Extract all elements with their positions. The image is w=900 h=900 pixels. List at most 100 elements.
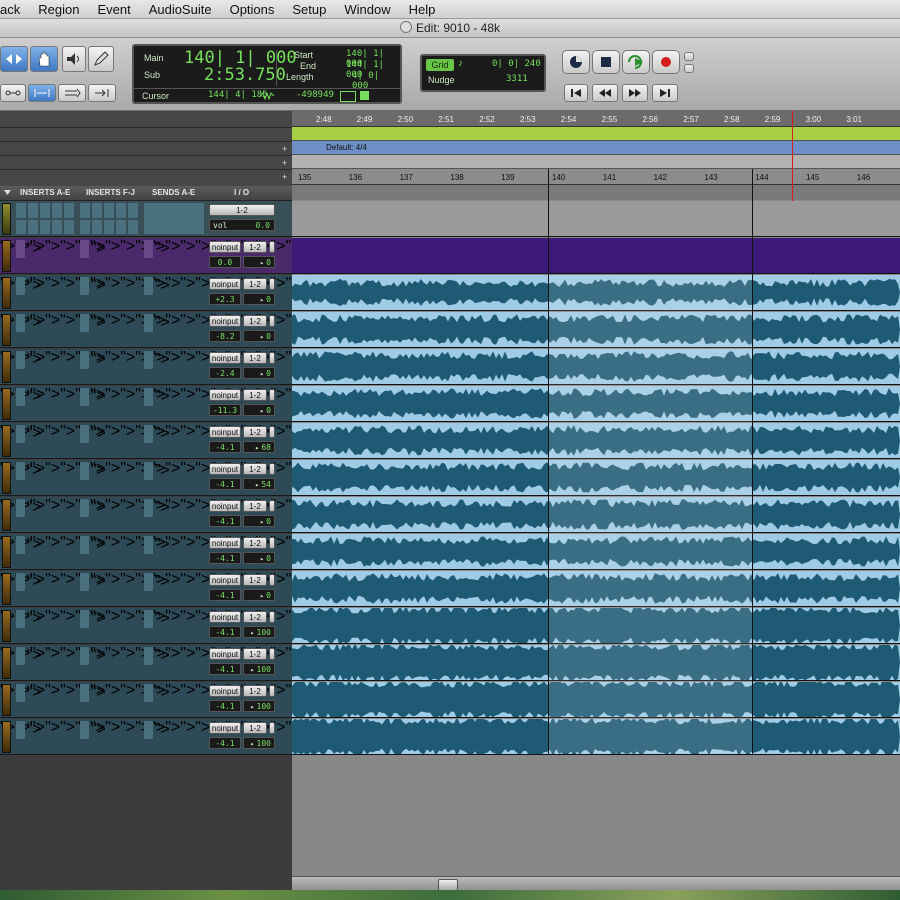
audio-region[interactable]	[292, 679, 900, 720]
volume-value[interactable]: -4.1	[209, 478, 241, 490]
rewind-button[interactable]	[592, 84, 618, 102]
inserts-fj-slots[interactable]: ">	[80, 536, 138, 567]
output-selector[interactable]: 1-2	[243, 241, 267, 253]
sends-ae-slots[interactable]: ">	[144, 536, 202, 567]
record-button[interactable]	[652, 50, 680, 74]
inserts-ae-slots[interactable]: ">	[16, 610, 74, 641]
audio-region[interactable]	[292, 571, 900, 607]
marker-ruler[interactable]	[292, 127, 900, 141]
shuffle-mode-button[interactable]	[0, 84, 26, 102]
track-row[interactable]: ">">">">">">">">">">">">">">">">">">">">…	[0, 349, 361, 385]
pan-value[interactable]: ▸ 54	[243, 478, 275, 490]
track-row[interactable]: ">">">">">">">">">">">">">">">">">">">">…	[0, 275, 361, 311]
sends-ae-slots[interactable]: ">	[144, 610, 202, 641]
input-selector[interactable]: noinput	[209, 278, 241, 290]
output-selector[interactable]: 1-2	[243, 389, 267, 401]
spot-mode-button[interactable]	[88, 84, 116, 102]
inserts-ae-slots[interactable]: ">	[16, 721, 74, 752]
output-selector[interactable]: 1-2	[243, 352, 267, 364]
inserts-ae-slots[interactable]: ">	[16, 462, 74, 493]
volume-value[interactable]: -4.1	[209, 589, 241, 601]
output-selector[interactable]: 1-2	[243, 426, 267, 438]
output-menu-arrow[interactable]	[269, 648, 275, 660]
inserts-fj-slots[interactable]: ">	[80, 684, 138, 715]
return-to-zero-button[interactable]	[564, 84, 588, 102]
output-selector[interactable]: 1-2	[243, 722, 267, 734]
volume-value[interactable]: -4.1	[209, 515, 241, 527]
track-row[interactable]: ">">">">">">">">">">">">">">">">">">">">…	[0, 534, 361, 570]
menu-options[interactable]: Options	[221, 2, 284, 17]
output-menu-arrow[interactable]	[269, 537, 275, 549]
track-row[interactable]: ">">">">">">">">">">">">">">">">">">">">…	[0, 719, 361, 755]
volume-value[interactable]: -4.1	[209, 663, 241, 675]
playhead[interactable]	[792, 111, 793, 201]
stop-button[interactable]	[592, 50, 620, 74]
inserts-fj-slots[interactable]: ">	[80, 425, 138, 456]
output-menu-arrow[interactable]	[269, 389, 275, 401]
inserts-ae-slots[interactable]: ">	[16, 277, 74, 308]
inserts-fj-slots[interactable]: ">	[80, 721, 138, 752]
transport-expand-top[interactable]	[684, 52, 694, 61]
inserts-ae-slots[interactable]	[16, 203, 74, 234]
sends-ae-slots[interactable]: ">	[144, 314, 202, 345]
track-row[interactable]: ">">">">">">">">">">">">">">">">">">">">…	[0, 645, 361, 681]
audio-region[interactable]	[292, 386, 900, 422]
track-row[interactable]: ">">">">">">">">">">">">">">">">">">">">…	[0, 423, 361, 459]
sends-ae-slots[interactable]: ">	[144, 499, 202, 530]
main-counter[interactable]: Main 140| 1| 000 Sub 2:53.750 Start 140|…	[132, 44, 402, 104]
inserts-fj-slots[interactable]: ">	[80, 647, 138, 678]
sends-ae-slots[interactable]: ">	[144, 721, 202, 752]
output-selector[interactable]: 1-2	[243, 315, 267, 327]
nudge-value[interactable]: 3311	[506, 74, 528, 84]
add-marker-icon[interactable]: +	[282, 158, 287, 168]
pan-value[interactable]: ▸ 0	[243, 552, 275, 564]
output-selector[interactable]: 1-2	[209, 204, 275, 216]
pan-value[interactable]: ▸ 0	[243, 330, 275, 342]
input-selector[interactable]: noinput	[209, 389, 241, 401]
sends-slots[interactable]	[144, 203, 204, 234]
sends-ae-slots[interactable]: ">	[144, 647, 202, 678]
pan-value[interactable]: ▸ 0	[243, 404, 275, 416]
output-menu-arrow[interactable]	[269, 574, 275, 586]
inserts-fj-slots[interactable]: ">	[80, 462, 138, 493]
audio-region[interactable]	[292, 497, 900, 533]
grid-value[interactable]: 0| 0| 240	[492, 59, 541, 69]
audio-region[interactable]	[292, 275, 900, 311]
output-selector[interactable]: 1-2	[243, 463, 267, 475]
sends-ae-slots[interactable]: ">	[144, 684, 202, 715]
pan-value[interactable]: ▸ 0	[243, 589, 275, 601]
column-menu-icon[interactable]	[4, 190, 11, 195]
track-row[interactable]: ">">">">">">">">">">">">">">">">">">">">…	[0, 682, 361, 718]
audio-region[interactable]	[292, 312, 900, 348]
volume-value[interactable]: -8.2	[209, 330, 241, 342]
menu-window[interactable]: Window	[335, 2, 399, 17]
volume-value[interactable]: -4.1	[209, 441, 241, 453]
track-row[interactable]: ">">">">">">">">">">">">">">">">">">">">…	[0, 460, 361, 496]
output-selector[interactable]: 1-2	[243, 685, 267, 697]
inserts-fj-slots[interactable]: ">	[80, 314, 138, 345]
transport-expand-bottom[interactable]	[684, 64, 694, 73]
timecode-ruler[interactable]: 2:48 2:49 2:50 2:51 2:52 2:53 2:54 2:55 2:56 2:57…	[292, 111, 900, 127]
fast-forward-button[interactable]	[622, 84, 648, 102]
output-menu-arrow[interactable]	[269, 315, 275, 327]
output-menu-arrow[interactable]	[269, 278, 275, 290]
zoom-mode-button[interactable]	[28, 84, 56, 102]
output-selector[interactable]: 1-2	[243, 648, 267, 660]
inserts-fj-slots[interactable]: ">	[80, 610, 138, 641]
volume-value[interactable]: -11.3	[209, 404, 241, 416]
volume-value[interactable]: -4.1	[209, 700, 241, 712]
input-selector[interactable]: noinput	[209, 315, 241, 327]
sends-ae-slots[interactable]: ">	[144, 388, 202, 419]
input-selector[interactable]: noinput	[209, 722, 241, 734]
volume-readout[interactable]: vol 0.0	[209, 219, 275, 231]
input-selector[interactable]: noinput	[209, 241, 241, 253]
track-row[interactable]: ">">">">">">">">">">">">">">">">">">">">…	[0, 312, 361, 348]
input-selector[interactable]: noinput	[209, 648, 241, 660]
output-menu-arrow[interactable]	[269, 722, 275, 734]
menu-track[interactable]: ack	[0, 2, 29, 17]
inserts-ae-slots[interactable]: ">	[16, 647, 74, 678]
track-row[interactable]: ">">">">">">">">">">">">">">">">">">">">…	[0, 608, 361, 644]
output-selector[interactable]: 1-2	[243, 611, 267, 623]
sends-ae-slots[interactable]: ">	[144, 462, 202, 493]
audio-region[interactable]	[292, 460, 900, 496]
